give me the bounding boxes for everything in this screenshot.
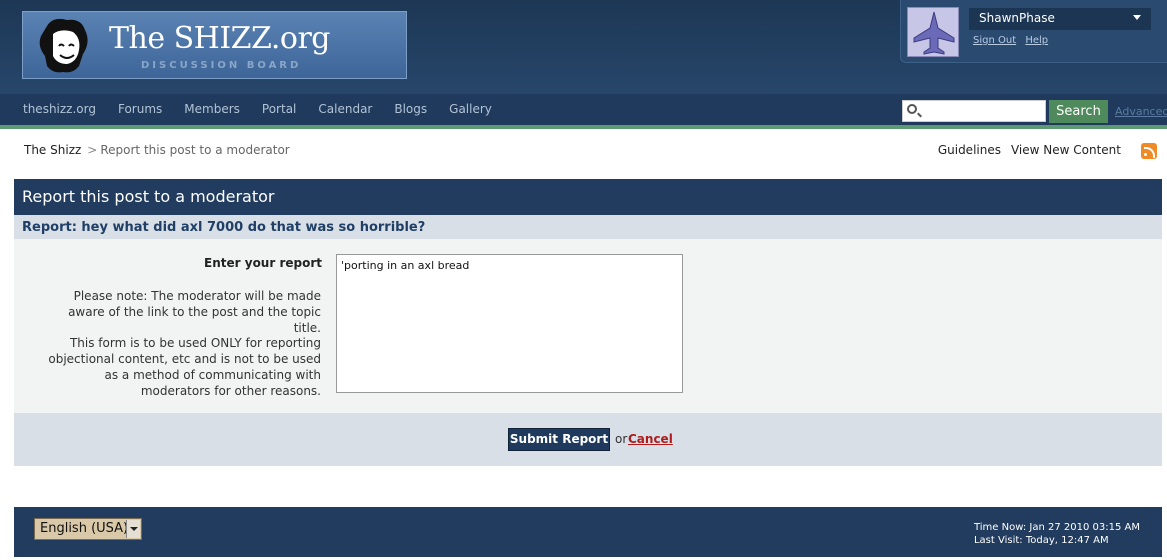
sign-out-link[interactable]: Sign Out — [973, 35, 1016, 46]
view-new-content-link[interactable]: View New Content — [1011, 143, 1121, 157]
rss-icon[interactable] — [1141, 143, 1157, 159]
site-logo[interactable]: The SHIZZ.org Discussion Board — [22, 11, 407, 79]
mascot-face-icon — [39, 18, 88, 73]
nav-item-blogs[interactable]: Blogs — [383, 94, 438, 124]
time-now: Time Now: Jan 27 2010 03:15 AM — [973, 522, 1140, 533]
nav-item-calendar[interactable]: Calendar — [307, 94, 383, 124]
submit-report-button[interactable]: Submit Report — [508, 428, 610, 451]
logo-subtitle: Discussion Board — [141, 60, 302, 71]
last-visit: Last Visit: Today, 12:47 AM — [973, 535, 1109, 546]
search-input[interactable] — [902, 100, 1046, 122]
footer-times: Time Now: Jan 27 2010 03:15 AM Last Visi… — [974, 521, 1140, 547]
report-label: Enter your report — [204, 256, 322, 270]
nav-item-theshizz[interactable]: theshizz.org — [12, 94, 107, 124]
search-icon — [907, 104, 917, 114]
report-topic-title: Report: hey what did axl 7000 do that wa… — [14, 215, 1162, 239]
report-textarea[interactable]: 'porting in an axl bread — [336, 254, 683, 393]
site-footer: English (USA) Time Now: Jan 27 2010 03:1… — [14, 507, 1162, 557]
advanced-search-link[interactable]: Advanced — [1115, 105, 1167, 118]
top-links: Guidelines View New Content — [938, 143, 1121, 157]
username: ShawnPhase — [979, 11, 1055, 25]
nav-item-members[interactable]: Members — [173, 94, 251, 124]
language-value: English (USA) — [40, 521, 129, 536]
breadcrumb-current: Report this post to a moderator — [100, 143, 290, 157]
report-note-2: This form is to be used ONLY for reporti… — [48, 336, 321, 398]
jet-avatar-icon — [913, 11, 955, 55]
or-text: or — [615, 432, 628, 446]
user-panel: ShawnPhase Sign Out Help — [900, 0, 1167, 63]
chevron-down-icon — [126, 520, 140, 538]
breadcrumb: The Shizz > Report this post to a moderato… — [24, 143, 290, 157]
nav-item-gallery[interactable]: Gallery — [438, 94, 503, 124]
guidelines-link[interactable]: Guidelines — [938, 143, 1001, 157]
logo-title: The SHIZZ.org — [109, 21, 331, 56]
user-links: Sign Out Help — [973, 35, 1054, 46]
cancel-link[interactable]: Cancel — [628, 432, 673, 446]
nav-item-portal[interactable]: Portal — [251, 94, 307, 124]
language-select[interactable]: English (USA) — [34, 518, 142, 540]
breadcrumb-separator: > — [87, 143, 98, 157]
report-note-1: Please note: The moderator will be made … — [68, 289, 321, 335]
report-form: Enter your report Please note: The moder… — [14, 239, 1162, 413]
form-actions: Submit Report or Cancel — [14, 413, 1162, 466]
breadcrumb-home[interactable]: The Shizz — [24, 143, 81, 157]
help-link[interactable]: Help — [1025, 35, 1048, 46]
user-menu-dropdown[interactable]: ShawnPhase — [969, 8, 1151, 30]
site-header: The SHIZZ.org Discussion Board ShawnPhas… — [0, 0, 1167, 94]
nav-item-forums[interactable]: Forums — [107, 94, 173, 124]
page-title: Report this post to a moderator — [14, 179, 1162, 215]
chevron-down-icon — [1133, 15, 1141, 20]
avatar[interactable] — [907, 7, 959, 57]
nav-accent-bar — [0, 125, 1167, 129]
nav-list: theshizz.org Forums Members Portal Calen… — [12, 94, 503, 124]
search-button[interactable]: Search — [1049, 100, 1108, 123]
